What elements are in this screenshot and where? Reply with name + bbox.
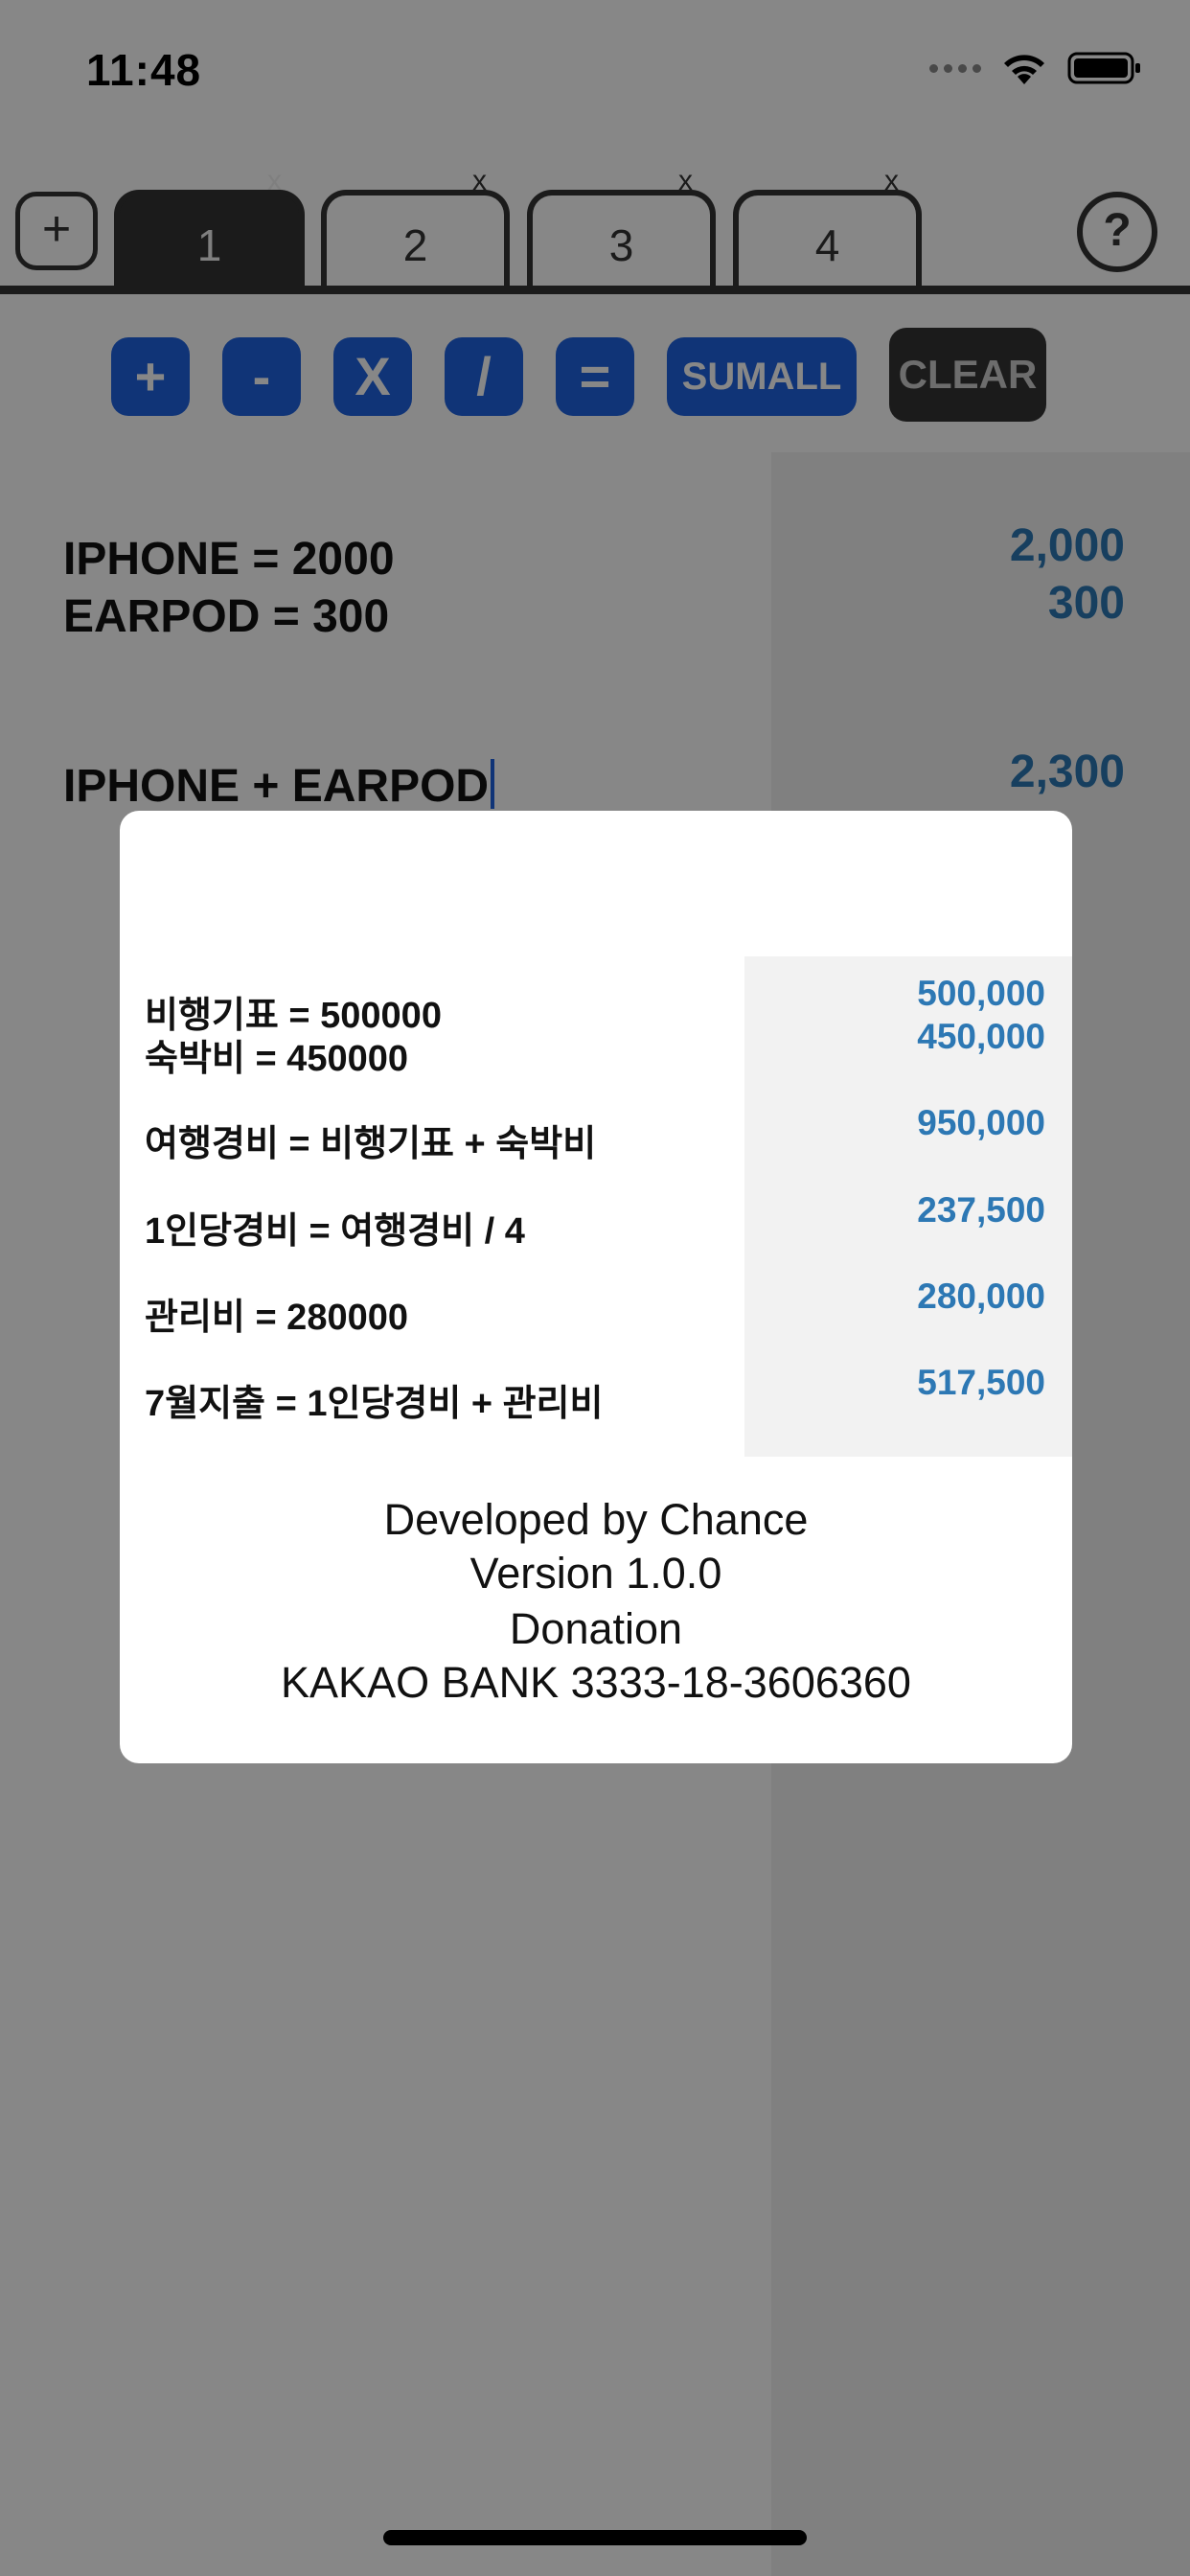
example-result: 950,000 (917, 1103, 1045, 1142)
home-indicator[interactable] (383, 2530, 807, 2545)
example-result: 237,500 (917, 1190, 1045, 1230)
developer-text: Developed by Chance (383, 1495, 809, 1544)
example-result: 450,000 (917, 1017, 1045, 1056)
version-text: Version 1.0.0 (469, 1549, 722, 1598)
example-line: 1인당경비 = 여행경비 / 4 (145, 1211, 525, 1252)
donation-text: Donation (509, 1604, 683, 1653)
help-modal: 비행기표 = 500000 숙박비 = 450000 여행경비 = 비행기표 +… (120, 811, 1072, 1763)
example-line: 7월지출 = 1인당경비 + 관리비 (145, 1384, 604, 1424)
bank-account-text: KAKAO BANK 3333-18-3606360 (281, 1658, 911, 1707)
example-result: 280,000 (917, 1276, 1045, 1316)
example-result: 500,000 (917, 974, 1045, 1013)
example-line: 숙박비 = 450000 (145, 1039, 408, 1079)
example-line: 여행경비 = 비행기표 + 숙박비 (145, 1124, 597, 1164)
example-result: 517,500 (917, 1363, 1045, 1402)
example-line: 관리비 = 280000 (145, 1298, 408, 1338)
